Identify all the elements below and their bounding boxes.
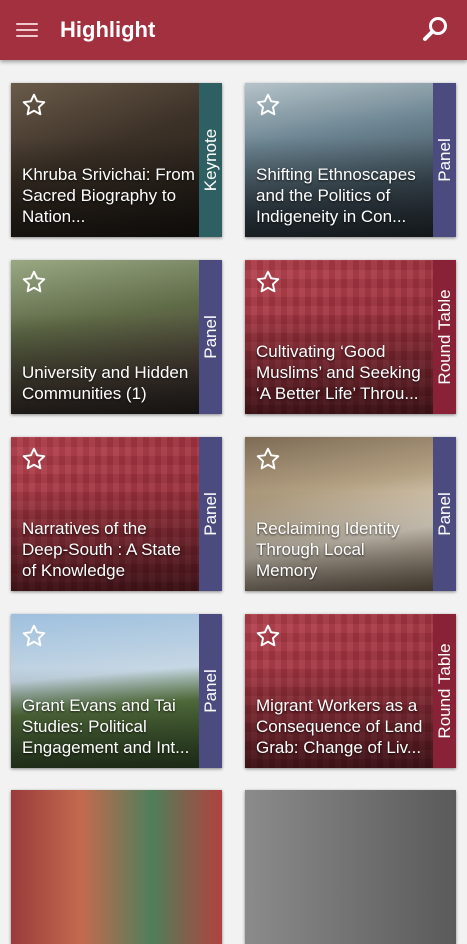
session-grid: Khruba Srivichai: From Sacred Biography …: [0, 60, 467, 944]
session-type-strip: Panel: [433, 437, 456, 591]
session-card[interactable]: Narratives of the Deep-South : A State o…: [11, 437, 222, 591]
session-type-label: Panel: [434, 138, 454, 182]
session-title: Shifting Ethnoscapes and the Politics of…: [256, 165, 416, 226]
session-type-strip: Panel: [199, 260, 222, 414]
session-title: Narratives of the Deep-South : A State o…: [22, 519, 181, 580]
session-type-label: Panel: [200, 669, 220, 713]
session-card[interactable]: Reclaiming Identity Through Local Memory…: [245, 437, 456, 591]
star-outline-icon[interactable]: [21, 623, 47, 649]
session-type-label: Round Table: [434, 643, 454, 739]
session-card[interactable]: Khruba Srivichai: From Sacred Biography …: [11, 83, 222, 237]
session-card[interactable]: Migrant Workers as a Consequence of Land…: [245, 614, 456, 768]
menu-icon-line: [16, 35, 38, 37]
session-image: [11, 790, 222, 944]
session-type-strip: Panel: [199, 614, 222, 768]
page-title: Highlight: [60, 17, 156, 42]
session-type-label: Panel: [200, 492, 220, 536]
session-card[interactable]: Shifting Ethnoscapes and the Politics of…: [245, 83, 456, 237]
session-type-strip: Round Table: [433, 260, 456, 414]
star-outline-icon[interactable]: [255, 269, 281, 295]
session-type-strip: Panel: [433, 83, 456, 237]
session-type-strip: Panel: [199, 437, 222, 591]
session-title: Reclaiming Identity Through Local Memory: [256, 519, 400, 580]
star-outline-icon[interactable]: [255, 92, 281, 118]
star-outline-icon[interactable]: [21, 446, 47, 472]
star-outline-icon[interactable]: [21, 92, 47, 118]
menu-icon[interactable]: [12, 16, 42, 44]
menu-icon-line: [16, 23, 38, 25]
menu-icon-line: [16, 29, 38, 31]
session-title: Cultivating ‘Good Muslims’ and Seeking ‘…: [256, 342, 421, 403]
session-title: Khruba Srivichai: From Sacred Biography …: [22, 165, 195, 226]
session-type-label: Panel: [434, 492, 454, 536]
session-image: [245, 790, 456, 944]
session-card-partial[interactable]: [11, 790, 222, 944]
session-card[interactable]: Grant Evans and Tai Studies: Political E…: [11, 614, 222, 768]
session-type-strip: Keynote: [199, 83, 222, 237]
session-type-label: Panel: [200, 315, 220, 359]
star-outline-icon[interactable]: [255, 623, 281, 649]
star-outline-icon[interactable]: [255, 446, 281, 472]
session-title: Migrant Workers as a Consequence of Land…: [256, 696, 423, 757]
search-icon[interactable]: [421, 14, 451, 44]
session-type-label: Keynote: [200, 128, 220, 192]
session-type-label: Round Table: [434, 289, 454, 385]
session-card[interactable]: Cultivating ‘Good Muslims’ and Seeking ‘…: [245, 260, 456, 414]
session-card-partial[interactable]: [245, 790, 456, 944]
session-title: Grant Evans and Tai Studies: Political E…: [22, 696, 190, 757]
session-card[interactable]: University and Hidden Communities (1) Pa…: [11, 260, 222, 414]
star-outline-icon[interactable]: [21, 269, 47, 295]
session-type-strip: Round Table: [433, 614, 456, 768]
session-title: University and Hidden Communities (1): [22, 363, 189, 403]
app-bar: Highlight: [0, 0, 467, 60]
